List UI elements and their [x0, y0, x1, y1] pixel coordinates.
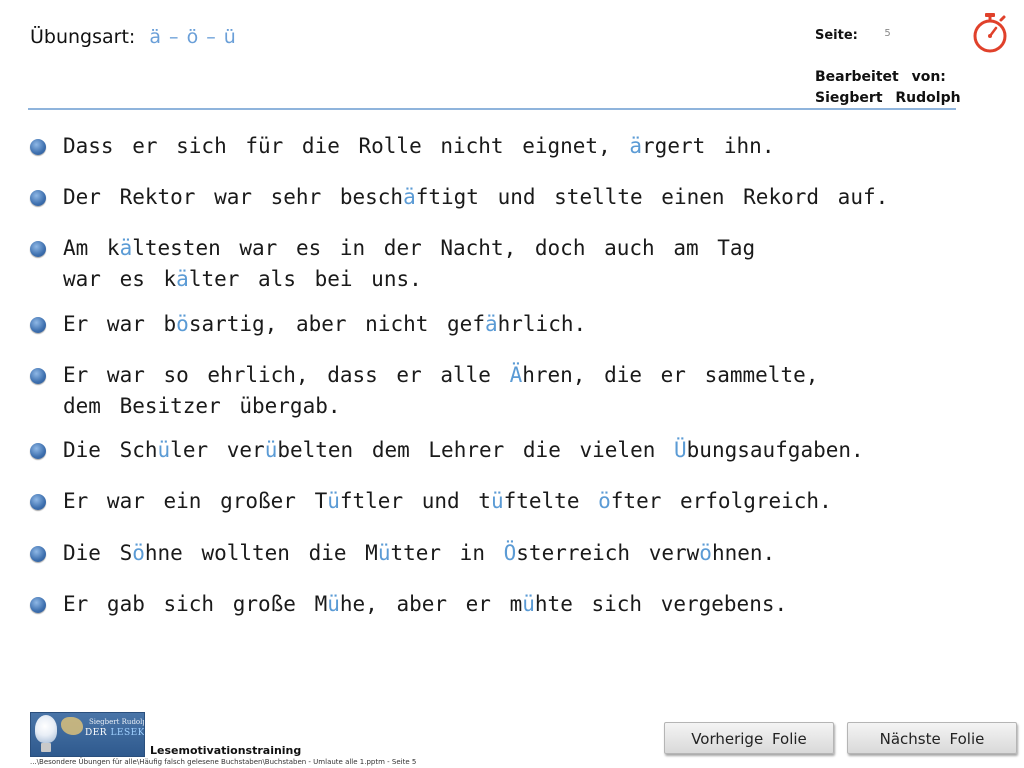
- sentence-text: ftelte: [503, 489, 599, 513]
- highlighted-umlaut: ä: [176, 267, 189, 291]
- sentence-text: sartig, aber nicht gef: [188, 312, 485, 336]
- map-icon: [61, 717, 83, 735]
- highlighted-umlaut: ü: [490, 489, 504, 513]
- highlighted-umlaut: ä: [403, 185, 416, 209]
- highlighted-umlaut: ü: [522, 592, 535, 616]
- highlighted-umlaut: Ü: [674, 438, 687, 462]
- sentence-line: Er gab sich große Mühe, aber er mühte si…: [30, 589, 930, 620]
- sentence-text: hne wollten die M: [144, 541, 378, 565]
- sentence-text: Er war so ehrlich, dass er alle: [63, 363, 510, 387]
- highlighted-umlaut: ö: [699, 541, 712, 565]
- sentence-text: sterreich verw: [516, 541, 700, 565]
- bullet-icon: [30, 190, 46, 206]
- sentence-text: hnen.: [711, 541, 776, 565]
- highlighted-umlaut: ü: [327, 489, 340, 513]
- header-divider: [28, 108, 956, 110]
- exercise-type-value: ä – ö – ü: [149, 26, 237, 48]
- sentence-text: hrlich.: [497, 312, 587, 336]
- highlighted-umlaut: ü: [327, 592, 340, 616]
- highlighted-umlaut: ü: [264, 438, 278, 462]
- bullet-icon: [30, 546, 46, 562]
- bullet-icon: [30, 241, 46, 257]
- highlighted-umlaut: ä: [484, 312, 498, 336]
- sentence-item: Er war bösartig, aber nicht gefährlich.: [30, 309, 930, 340]
- bullet-icon: [30, 443, 46, 459]
- sentence-line: Er war bösartig, aber nicht gefährlich.: [30, 309, 930, 340]
- sentence-text: belten dem Lehrer die vielen: [277, 438, 674, 462]
- page-number: 5: [884, 28, 891, 39]
- bullet-icon: [30, 139, 46, 155]
- sentence-item: Er war ein großer Tüftler und tüftelte ö…: [30, 486, 930, 517]
- highlighted-umlaut: ä: [629, 134, 643, 158]
- sentence-text: war es k: [63, 267, 177, 291]
- sentence-line: Die Söhne wollten die Mütter in Österrei…: [30, 538, 930, 569]
- edited-by-label: Bearbeitet von:: [815, 69, 946, 85]
- sentence-text: bungsaufgaben.: [686, 438, 864, 462]
- highlighted-umlaut: Ä: [509, 363, 523, 387]
- slide: Übungsart: ä – ö – ü Seite: 5 Bearbeitet…: [0, 0, 1024, 768]
- sentence-text: dem Besitzer übergab.: [63, 394, 341, 418]
- sentence-item: Die Söhne wollten die Mütter in Österrei…: [30, 538, 930, 569]
- sentence-line: Er war so ehrlich, dass er alle Ähren, d…: [30, 360, 930, 391]
- bullet-icon: [30, 597, 46, 613]
- lightbulb-icon: [35, 715, 57, 743]
- sentence-text: ler ver: [170, 438, 265, 462]
- sentence-line: war es kälter als bei uns.: [30, 264, 930, 295]
- sentence-item: Dass er sich für die Rolle nicht eignet,…: [30, 131, 930, 162]
- sentence-item: Die Schüler verübelten dem Lehrer die vi…: [30, 435, 930, 466]
- bullet-icon: [30, 317, 46, 333]
- logo-author: Siegbert Rudolph: [89, 718, 144, 726]
- sentence-line: Am kältesten war es in der Nacht, doch a…: [30, 233, 930, 264]
- sentence-item: Am kältesten war es in der Nacht, doch a…: [30, 233, 930, 295]
- sentence-text: Er gab sich große M: [63, 592, 328, 616]
- highlighted-umlaut: ö: [132, 541, 145, 565]
- author-name: Siegbert Rudolph: [815, 90, 961, 106]
- stopwatch-icon[interactable]: [970, 12, 1010, 54]
- sentence-line: Der Rektor war sehr beschäftigt und stel…: [30, 182, 930, 213]
- sentence-text: Die Sch: [63, 438, 158, 462]
- sentence-text: Er war ein großer T: [63, 489, 328, 513]
- exercise-type-label: Übungsart:: [30, 26, 136, 48]
- edited-by: Bearbeitet von: Siegbert Rudolph: [815, 67, 961, 109]
- sentence-line: dem Besitzer übergab.: [30, 391, 930, 422]
- highlighted-umlaut: Ö: [503, 541, 517, 565]
- sentence-text: Am k: [63, 236, 120, 260]
- sentence-item: Er gab sich große Mühe, aber er mühte si…: [30, 589, 930, 620]
- sentence-text: hren, die er sammelte,: [522, 363, 819, 387]
- sentence-item: Der Rektor war sehr beschäftigt und stel…: [30, 182, 930, 213]
- sentence-text: hte sich vergebens.: [534, 592, 788, 616]
- previous-slide-button[interactable]: Vorherige Folie: [664, 722, 834, 754]
- highlighted-umlaut: ü: [377, 541, 391, 565]
- sentence-text: Der Rektor war sehr besch: [63, 185, 404, 209]
- sentence-text: he, aber er m: [339, 592, 523, 616]
- highlighted-umlaut: ö: [598, 489, 611, 513]
- bullet-icon: [30, 494, 46, 510]
- sentence-line: Dass er sich für die Rolle nicht eignet,…: [30, 131, 930, 162]
- sentence-text: fter erfolgreich.: [610, 489, 832, 513]
- sentence-text: ftler und t: [339, 489, 491, 513]
- highlighted-umlaut: ü: [157, 438, 171, 462]
- sentence-text: rgert ihn.: [642, 134, 775, 158]
- footer-file-path: ...\Besondere Übungen für alle\Häufig fa…: [30, 758, 417, 766]
- sentence-line: Er war ein großer Tüftler und tüftelte ö…: [30, 486, 930, 517]
- sentence-text: tter in: [390, 541, 504, 565]
- page-label: Seite:: [815, 28, 858, 43]
- lesekoch-logo: Siegbert Rudolph DER LESEKOCH: [30, 712, 145, 757]
- logo-title: DER LESEKOCH: [85, 728, 145, 738]
- bullet-icon: [30, 368, 46, 384]
- footer-title: Lesemotivationstraining: [150, 744, 302, 757]
- highlighted-umlaut: ä: [119, 236, 133, 260]
- sentence-text: lter als bei uns.: [188, 267, 422, 291]
- sentence-item: Er war so ehrlich, dass er alle Ähren, d…: [30, 360, 930, 422]
- highlighted-umlaut: ö: [176, 312, 189, 336]
- sentence-text: Er war b: [63, 312, 177, 336]
- next-slide-button[interactable]: Nächste Folie: [847, 722, 1017, 754]
- sentence-text: ltesten war es in der Nacht, doch auch a…: [132, 236, 756, 260]
- sentence-text: Dass er sich für die Rolle nicht eignet,: [63, 134, 630, 158]
- sentence-text: ftigt und stellte einen Rekord auf.: [415, 185, 889, 209]
- sentence-line: Die Schüler verübelten dem Lehrer die vi…: [30, 435, 930, 466]
- exercise-type: Übungsart: ä – ö – ü: [30, 26, 237, 48]
- sentence-text: Die S: [63, 541, 133, 565]
- page-info: Seite: 5: [815, 28, 891, 43]
